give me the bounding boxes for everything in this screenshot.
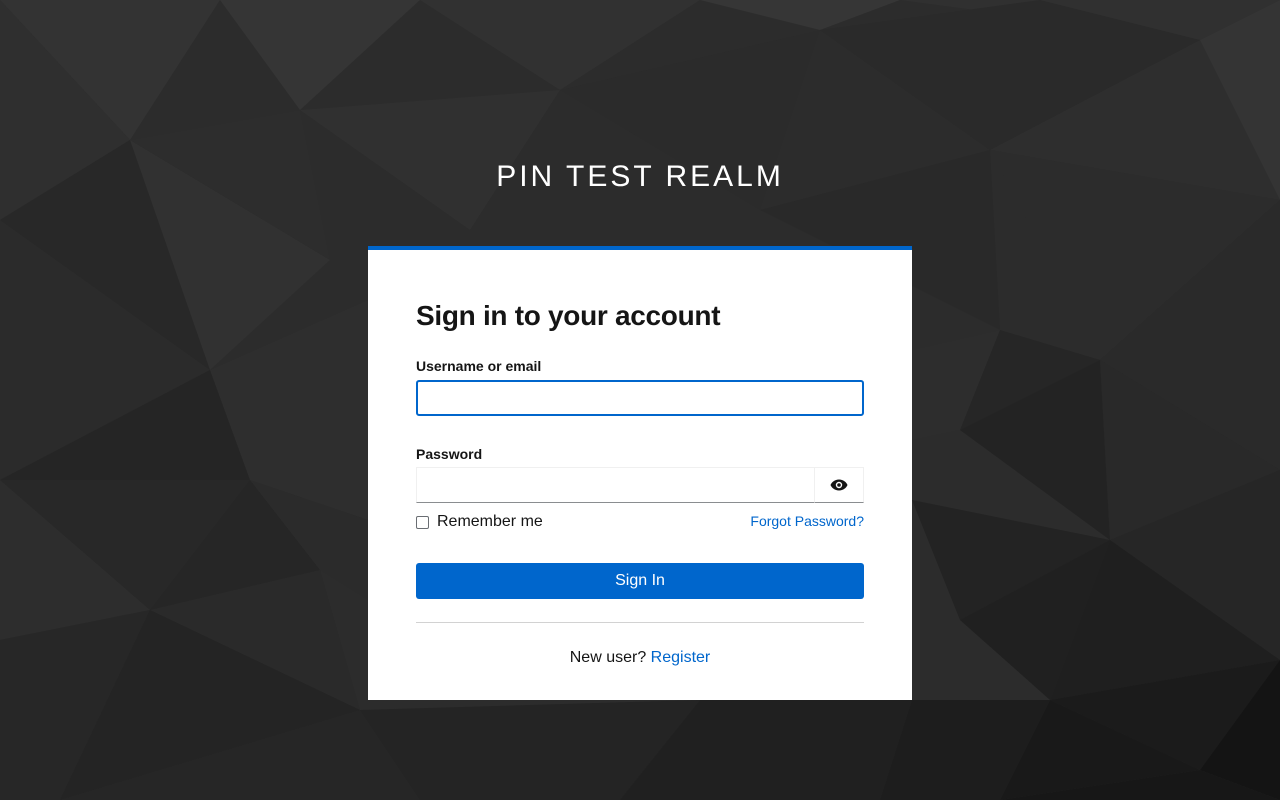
realm-title: PIN TEST REALM [496, 160, 784, 193]
eye-icon [830, 479, 848, 491]
show-password-button[interactable] [814, 467, 864, 503]
password-label: Password [416, 446, 483, 462]
remember-me-label[interactable]: Remember me [437, 513, 543, 531]
page-title: Sign in to your account [416, 300, 721, 331]
divider [416, 622, 864, 623]
password-group [416, 467, 864, 503]
username-input[interactable] [416, 380, 864, 416]
login-card: Sign in to your account Username or emai… [368, 246, 912, 700]
new-user-prompt: New user? [569, 649, 651, 666]
username-label: Username or email [416, 358, 542, 374]
register-link[interactable]: Register [651, 649, 711, 666]
register-row: New user? Register [416, 649, 864, 667]
password-input[interactable] [416, 467, 814, 503]
remember-row: Remember me Forgot Password? [416, 510, 864, 534]
sign-in-button[interactable]: Sign In [416, 563, 864, 599]
remember-me-checkbox[interactable] [416, 516, 429, 529]
forgot-password-link[interactable]: Forgot Password? [750, 513, 864, 529]
